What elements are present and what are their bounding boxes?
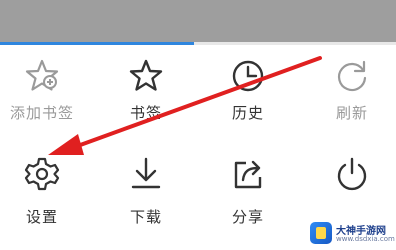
watermark-subtitle: www.dsdxia.com — [336, 235, 395, 243]
watermark-logo — [310, 222, 332, 244]
watermark: 大神手游网 www.dsdxia.com — [306, 218, 395, 248]
annotation-arrow — [48, 56, 322, 155]
